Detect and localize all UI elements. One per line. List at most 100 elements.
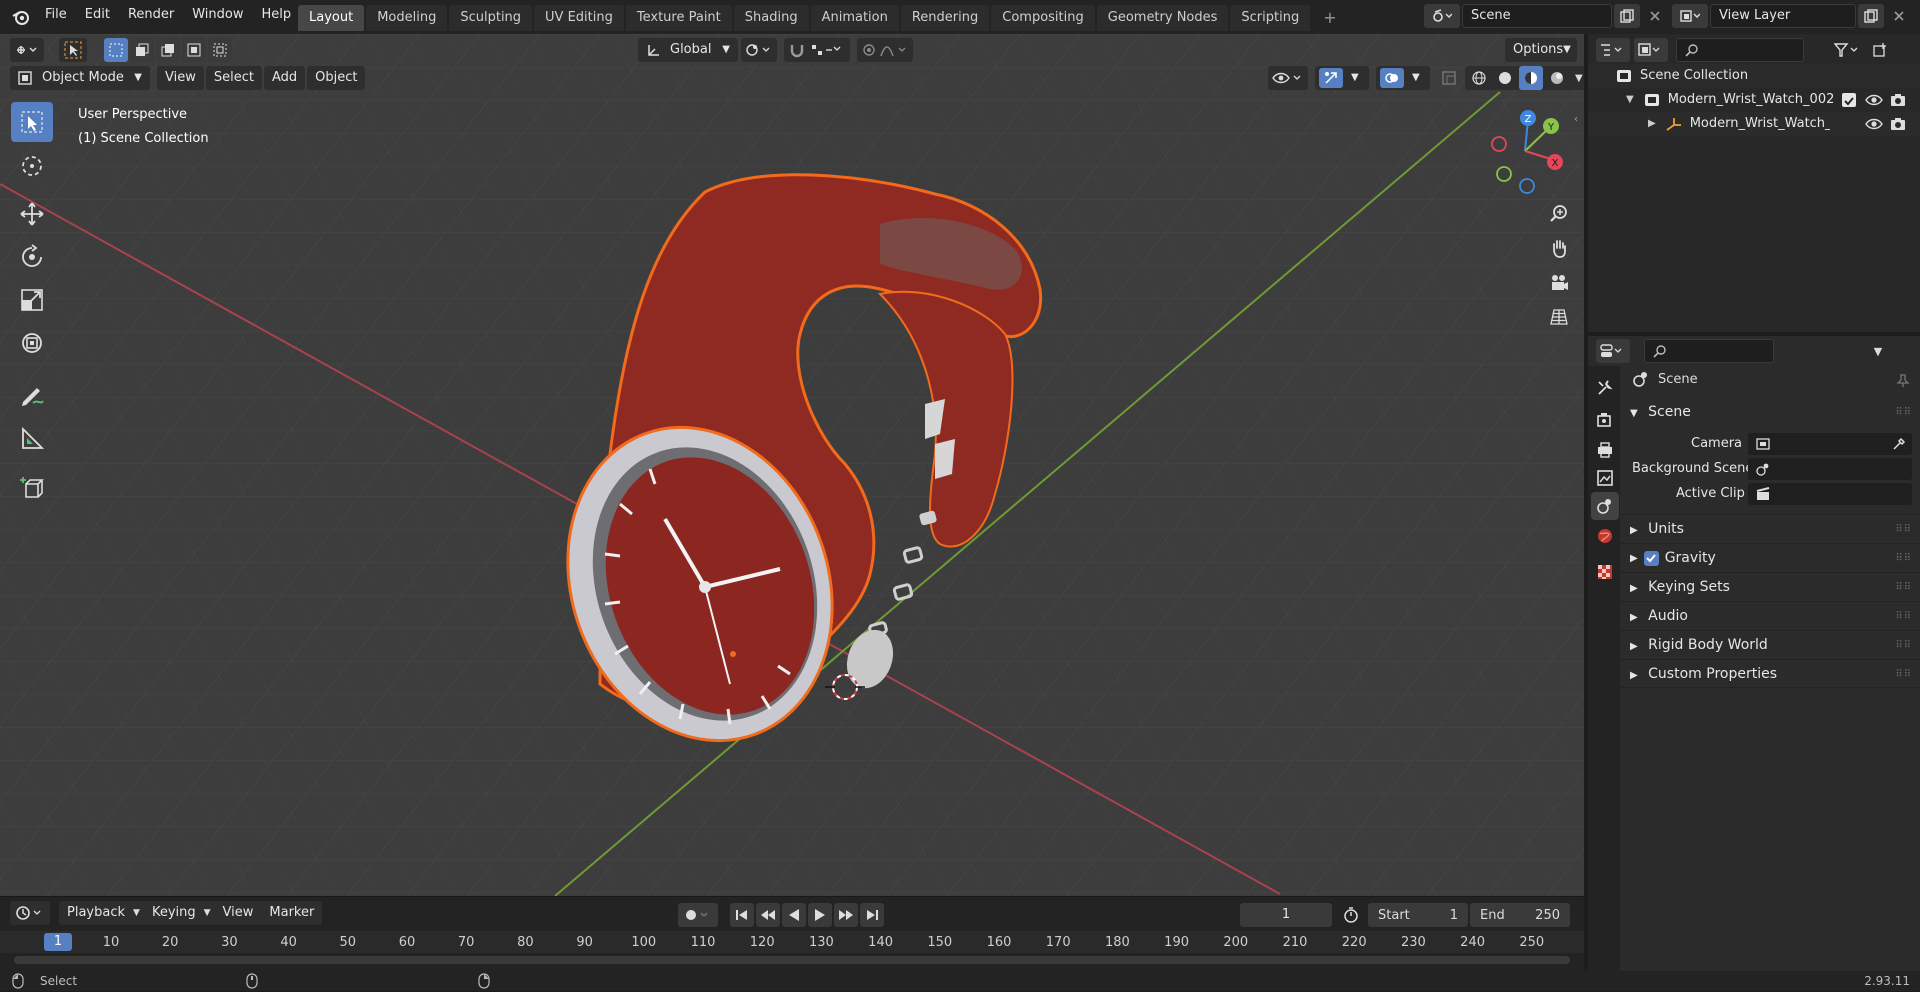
sidebar-toggle-chevron-icon[interactable]: ‹ bbox=[1574, 114, 1578, 125]
camera-render-icon[interactable] bbox=[1890, 117, 1906, 131]
tab-scene[interactable] bbox=[1591, 492, 1619, 520]
jump-to-keyframe-prev-icon[interactable] bbox=[756, 903, 780, 927]
filter-dropdown[interactable] bbox=[1830, 38, 1866, 62]
panel-header-custom-properties[interactable]: ▶ Custom Properties ⠿⠿ bbox=[1620, 659, 1920, 688]
object-mode-dropdown[interactable]: Object Mode ▼ bbox=[10, 66, 150, 90]
select-extend-icon[interactable] bbox=[130, 38, 154, 62]
select-invert-icon[interactable] bbox=[182, 38, 206, 62]
auto-keying-toggle[interactable] bbox=[678, 903, 718, 927]
gizmo-dropdown[interactable]: ▼ bbox=[1315, 66, 1369, 90]
panel-header-audio[interactable]: ▶ Audio ⠿⠿ bbox=[1620, 601, 1920, 630]
tab-rendering[interactable]: Rendering bbox=[900, 5, 990, 31]
panel-header-scene[interactable]: ▼ Scene ⠿⠿ bbox=[1620, 398, 1920, 427]
scene-browse-icon[interactable] bbox=[1424, 4, 1460, 28]
shading-rendered-icon[interactable] bbox=[1545, 66, 1569, 90]
options-dropdown[interactable]: Options ▼ bbox=[1505, 38, 1577, 62]
tab-modeling[interactable]: Modeling bbox=[366, 5, 448, 31]
tab-texture[interactable] bbox=[1591, 558, 1619, 586]
play-reverse-icon[interactable] bbox=[782, 903, 806, 927]
drag-handle-icon[interactable]: ⠿⠿ bbox=[1895, 602, 1912, 631]
tool-select-mode-button[interactable] bbox=[59, 38, 87, 62]
editor-type-button[interactable] bbox=[10, 38, 44, 62]
current-frame-field[interactable]: 1 bbox=[1240, 903, 1332, 927]
panel-header-rigid-body-world[interactable]: ▶ Rigid Body World ⠿⠿ bbox=[1620, 630, 1920, 659]
camera-field[interactable] bbox=[1748, 433, 1912, 455]
tool-move[interactable] bbox=[11, 194, 53, 234]
pivot-point-dropdown[interactable] bbox=[741, 38, 777, 62]
tool-annotate[interactable] bbox=[11, 376, 53, 416]
tab-tool[interactable] bbox=[1591, 374, 1619, 402]
transform-orientation-dropdown[interactable]: Global ▼ bbox=[638, 38, 738, 62]
outliner-editor-type-button[interactable] bbox=[1596, 38, 1630, 62]
display-mode-dropdown[interactable] bbox=[1634, 38, 1668, 62]
xray-toggle-icon[interactable] bbox=[1437, 66, 1461, 90]
timeline-menu-view[interactable]: View bbox=[215, 901, 262, 925]
tool-measure[interactable] bbox=[11, 419, 53, 459]
jump-to-start-icon[interactable] bbox=[730, 903, 754, 927]
timeline-menu-keying[interactable]: Keying bbox=[144, 901, 204, 925]
menu-edit[interactable]: Edit bbox=[76, 3, 119, 27]
tool-rotate[interactable] bbox=[11, 237, 53, 277]
end-frame-field[interactable]: End 250 bbox=[1470, 903, 1570, 927]
blender-logo-icon[interactable] bbox=[10, 6, 32, 28]
outliner-row-scene-collection[interactable]: Scene Collection bbox=[1588, 64, 1920, 88]
view-layer-close-icon[interactable] bbox=[1886, 4, 1912, 28]
timeline-menu-marker[interactable]: Marker bbox=[261, 901, 322, 925]
timeline-menu-playback[interactable]: Playback bbox=[59, 901, 133, 925]
active-clip-field[interactable] bbox=[1748, 483, 1912, 505]
jump-to-keyframe-next-icon[interactable] bbox=[834, 903, 858, 927]
scene-close-icon[interactable] bbox=[1642, 4, 1668, 28]
tool-select-box[interactable] bbox=[11, 102, 53, 142]
stopwatch-icon[interactable] bbox=[1338, 903, 1364, 927]
tab-texture-paint[interactable]: Texture Paint bbox=[625, 5, 732, 31]
add-workspace-button[interactable]: + bbox=[1312, 5, 1347, 31]
tab-layout[interactable]: Layout bbox=[298, 5, 365, 31]
tab-compositing[interactable]: Compositing bbox=[991, 5, 1095, 31]
menu-render[interactable]: Render bbox=[119, 3, 183, 27]
snapping-group[interactable] bbox=[784, 38, 850, 62]
drag-handle-icon[interactable]: ⠿⠿ bbox=[1895, 544, 1912, 573]
tab-shading[interactable]: Shading bbox=[733, 5, 809, 31]
menu-file[interactable]: File bbox=[36, 3, 76, 27]
expand-chevron-icon[interactable]: ▼ bbox=[1626, 88, 1634, 112]
scene-name-field[interactable]: Scene bbox=[1462, 4, 1612, 28]
drag-handle-icon[interactable]: ⠿⠿ bbox=[1895, 515, 1912, 544]
menu-window[interactable]: Window bbox=[183, 3, 252, 27]
eye-icon[interactable] bbox=[1865, 93, 1883, 107]
panel-header-gravity[interactable]: ▶ Gravity ⠿⠿ bbox=[1620, 543, 1920, 572]
3d-viewport[interactable]: Global ▼ Options ▼ Object Mode ▼ View Se… bbox=[0, 34, 1584, 896]
panel-header-keying-sets[interactable]: ▶ Keying Sets ⠿⠿ bbox=[1620, 572, 1920, 601]
viewport-menu-select[interactable]: Select bbox=[205, 66, 262, 90]
tab-world[interactable] bbox=[1591, 522, 1619, 550]
jump-to-end-icon[interactable] bbox=[860, 903, 884, 927]
overlays-dropdown[interactable]: ▼ bbox=[1376, 66, 1430, 90]
tab-render[interactable] bbox=[1591, 406, 1619, 434]
scene-copy-icon[interactable] bbox=[1614, 4, 1640, 28]
viewport-menu-view[interactable]: View bbox=[157, 66, 204, 90]
play-icon[interactable] bbox=[808, 903, 832, 927]
ortho-toggle-button[interactable] bbox=[1544, 302, 1574, 332]
shading-wireframe-icon[interactable] bbox=[1467, 66, 1491, 90]
camera-view-button[interactable] bbox=[1544, 268, 1574, 298]
outliner-search-field[interactable] bbox=[1676, 38, 1804, 62]
zoom-view-button[interactable] bbox=[1544, 199, 1574, 229]
tool-add-cube[interactable] bbox=[11, 468, 53, 508]
viewport-menu-add[interactable]: Add bbox=[263, 66, 306, 90]
pin-icon[interactable] bbox=[1896, 374, 1910, 388]
viewport-menu-object[interactable]: Object bbox=[307, 66, 366, 90]
shading-material-icon[interactable] bbox=[1519, 66, 1543, 90]
view-layer-copy-icon[interactable] bbox=[1858, 4, 1884, 28]
tool-scale[interactable] bbox=[11, 280, 53, 320]
tab-view-layer[interactable] bbox=[1591, 464, 1619, 492]
outliner-row-object[interactable]: ▶ Modern_Wrist_Watch_002 bbox=[1588, 112, 1920, 136]
pan-view-button[interactable] bbox=[1544, 234, 1574, 264]
gravity-checkbox[interactable] bbox=[1643, 550, 1659, 566]
tool-transform[interactable] bbox=[11, 323, 53, 363]
select-subtract-icon[interactable] bbox=[156, 38, 180, 62]
tab-scripting[interactable]: Scripting bbox=[1230, 5, 1311, 31]
select-new-icon[interactable] bbox=[104, 38, 128, 62]
tab-animation[interactable]: Animation bbox=[810, 5, 899, 31]
collection-exclude-checkbox[interactable] bbox=[1842, 93, 1856, 107]
drag-handle-icon[interactable]: ⠿⠿ bbox=[1895, 573, 1912, 602]
view-layer-name-field[interactable]: View Layer bbox=[1710, 4, 1856, 28]
